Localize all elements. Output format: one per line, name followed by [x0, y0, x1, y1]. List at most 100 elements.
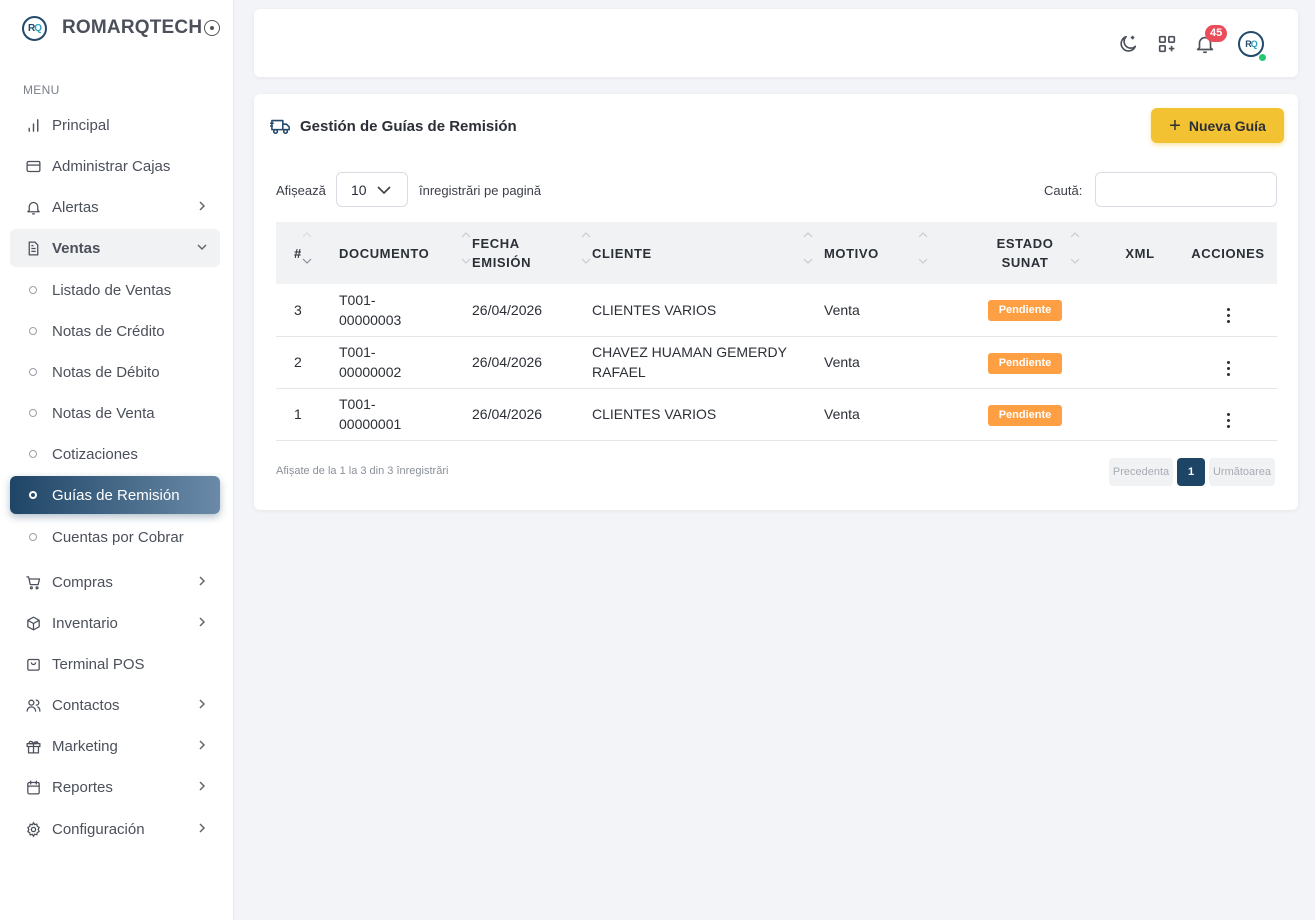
sidebar-item-compras[interactable]: Compras: [10, 563, 220, 601]
sidebar-item-label: Principal: [52, 116, 110, 134]
cell-cliente: CLIENTES VARIOS: [592, 406, 717, 422]
card-icon: [24, 157, 42, 175]
cell-fecha: 26/04/2026: [472, 406, 543, 422]
sidebar-subitem-cuentas-cobrar[interactable]: Cuentas por Cobrar: [10, 518, 220, 556]
chevron-down-icon: [377, 186, 391, 195]
sidebar-item-label: Contactos: [52, 696, 120, 714]
brand[interactable]: RQ ROMARQTECH: [22, 14, 221, 42]
col-header-motivo[interactable]: MOTIVO: [824, 222, 949, 284]
col-header-acciones: ACCIONES: [1191, 245, 1265, 261]
sidebar-subitem-notas-venta[interactable]: Notas de Venta: [10, 394, 220, 432]
sidebar-item-marketing[interactable]: Marketing: [10, 727, 220, 765]
dark-mode-moon-icon[interactable]: [1116, 32, 1140, 56]
bullet-icon: [29, 491, 37, 499]
status-badge: Pendiente: [987, 300, 1063, 322]
sort-icon: [802, 230, 814, 266]
bullet-icon: [29, 368, 37, 376]
sidebar-item-ventas[interactable]: Ventas: [10, 229, 220, 267]
guides-table: # DOCUMENTO FECHA EMISIÓN CLIENTE MOTIVO…: [276, 222, 1277, 441]
col-header-estado-sunat[interactable]: ESTADO SUNAT: [949, 222, 1101, 284]
sidebar-item-label: Reportes: [52, 778, 113, 796]
sidebar-item-label: Guías de Remisión: [52, 486, 180, 504]
pagination: Precedenta 1 Următoarea: [1109, 458, 1275, 486]
sidebar-item-label: Configuración: [52, 820, 145, 838]
sidebar-item-alertas[interactable]: Alertas: [10, 188, 220, 226]
menu-heading: MENU: [23, 83, 60, 97]
status-badge: Pendiente: [987, 404, 1063, 426]
truck-icon: [270, 119, 290, 135]
document-icon: [24, 239, 42, 257]
col-header-num[interactable]: #: [276, 222, 339, 284]
sidebar-item-label: Administrar Cajas: [52, 157, 171, 175]
page-length-select[interactable]: 10: [336, 172, 408, 207]
col-header-documento[interactable]: DOCUMENTO: [339, 222, 472, 284]
more-actions-icon[interactable]: [1221, 412, 1235, 428]
sort-icon: [917, 230, 929, 266]
chevron-right-icon: [199, 823, 206, 833]
cell-motivo: Venta: [824, 406, 860, 422]
cell-num: 1: [294, 406, 302, 422]
bullet-icon: [29, 533, 37, 541]
guias-card: Gestión de Guías de Remisión + Nueva Guí…: [254, 94, 1298, 510]
page-title: Gestión de Guías de Remisión: [270, 116, 517, 136]
sidebar-item-label: Ventas: [52, 239, 101, 257]
cell-motivo: Venta: [824, 354, 860, 370]
sidebar-item-configuracion[interactable]: Configuración: [10, 810, 220, 848]
col-header-fecha-emision[interactable]: FECHA EMISIÓN: [472, 222, 592, 284]
chevron-right-icon: [199, 201, 206, 211]
sidebar-item-label: Compras: [52, 573, 113, 591]
pagination-prev[interactable]: Precedenta: [1109, 458, 1173, 486]
cell-documento: T001- 00000002: [339, 344, 402, 380]
col-header-cliente[interactable]: CLIENTE: [592, 222, 824, 284]
table-row: 3 T001- 00000003 26/04/2026 CLIENTES VARI…: [276, 284, 1277, 336]
notification-count-badge: 45: [1205, 25, 1228, 42]
chevron-down-icon: [197, 244, 207, 251]
more-actions-icon[interactable]: [1221, 308, 1235, 324]
top-bar: 45 RQ: [254, 9, 1298, 77]
cell-documento: T001- 00000003: [339, 291, 402, 328]
gift-icon: [24, 737, 42, 755]
sidebar-subitem-cotizaciones[interactable]: Cotizaciones: [10, 435, 220, 473]
bullet-icon: [29, 327, 37, 335]
cell-acciones: [1179, 336, 1277, 388]
cell-estado: Pendiente: [949, 336, 1101, 388]
sidebar-item-administrar-cajas[interactable]: Administrar Cajas: [10, 147, 220, 185]
sidebar-toggle-icon[interactable]: [204, 20, 221, 36]
users-icon: [24, 696, 42, 714]
new-guide-label: Nueva Guía: [1188, 117, 1266, 134]
sidebar-item-reportes[interactable]: Reportes: [10, 768, 220, 806]
sidebar-item-inventario[interactable]: Inventario: [10, 604, 220, 642]
cell-cliente: CLIENTES VARIOS: [592, 301, 717, 318]
sidebar-item-terminal-pos[interactable]: Terminal POS: [10, 645, 220, 683]
bar-chart-icon: [24, 116, 42, 134]
sidebar-subitem-notas-debito[interactable]: Notas de Débito: [10, 353, 220, 391]
sidebar-subitem-listado-ventas[interactable]: Listado de Ventas: [10, 271, 220, 309]
cell-acciones: [1179, 388, 1277, 440]
pagination-next[interactable]: Următoarea: [1209, 458, 1275, 486]
search-input[interactable]: [1095, 172, 1277, 207]
sidebar-item-label: Notas de Venta: [52, 404, 155, 422]
cell-xml: [1101, 284, 1179, 336]
sidebar-subitem-guias-remision[interactable]: Guías de Remisión: [10, 476, 220, 514]
pagination-page-1[interactable]: 1: [1177, 458, 1205, 486]
box-icon: [24, 614, 42, 632]
sort-icon: [580, 230, 592, 266]
online-status-dot: [1258, 53, 1267, 62]
more-actions-icon[interactable]: [1221, 360, 1235, 376]
apps-grid-icon[interactable]: [1155, 32, 1179, 56]
sidebar-item-principal[interactable]: Principal: [10, 106, 220, 144]
cell-xml: [1101, 388, 1179, 440]
cart-icon: [24, 573, 42, 591]
table-info: Afișate de la 1 la 3 din 3 înregistrări: [276, 465, 449, 477]
sort-icon: [301, 230, 313, 266]
chevron-right-icon: [199, 781, 206, 791]
sidebar-item-contactos[interactable]: Contactos: [10, 686, 220, 724]
table-row: 2 T001- 00000002 26/04/2026 CHAVEZ HUAMAN…: [276, 336, 1277, 388]
page-length-value: 10: [351, 181, 367, 198]
sidebar-item-label: Notas de Débito: [52, 363, 160, 381]
sidebar-item-label: Notas de Crédito: [52, 322, 165, 340]
sort-icon: [1069, 230, 1081, 266]
new-guide-button[interactable]: + Nueva Guía: [1151, 108, 1284, 143]
sidebar-subitem-notas-credito[interactable]: Notas de Crédito: [10, 312, 220, 350]
gear-icon: [24, 820, 42, 838]
